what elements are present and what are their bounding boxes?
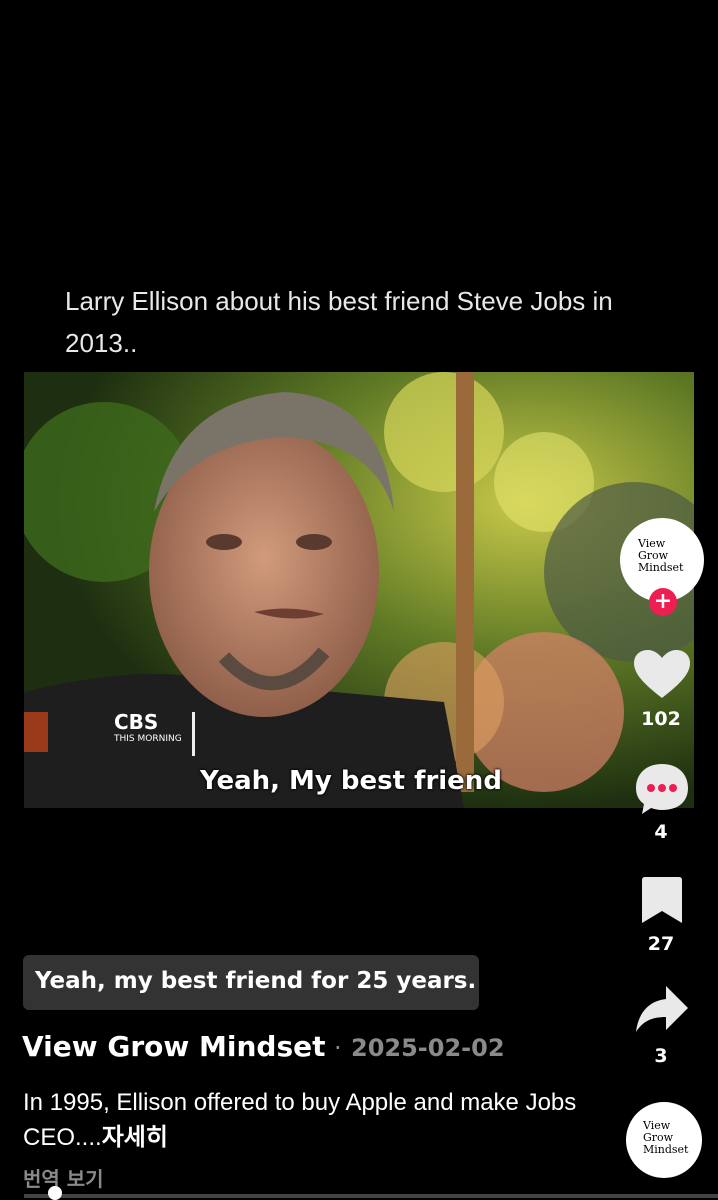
translate-link[interactable]: 번역 보기 (23, 1163, 104, 1192)
avatar-logo-text: View Grow Mindset (638, 537, 684, 574)
caption-sticker-text: Yeah, my best friend for 25 years. (35, 968, 477, 994)
heart-icon (634, 650, 690, 698)
progress-scrubber[interactable] (47, 1186, 62, 1200)
video-player[interactable]: CBS THIS MORNING Yeah, My best friend (24, 372, 694, 808)
like-count: 102 (641, 708, 681, 730)
share-count: 3 (654, 1045, 668, 1067)
video-subtitle: Yeah, My best friend (200, 766, 502, 796)
post-date: 2025-02-02 (351, 1034, 505, 1062)
bookmark-button[interactable] (642, 877, 682, 927)
more-link[interactable]: 자세히 (102, 1124, 168, 1151)
sound-logo-text: View Grow Mindset (643, 1119, 689, 1156)
follow-button[interactable]: + (649, 588, 677, 616)
comment-count: 4 (654, 821, 668, 843)
bookmark-count: 27 (647, 933, 675, 955)
comment-button[interactable] (634, 762, 690, 820)
overlay-title: Larry Ellison about his best friend Stev… (65, 286, 613, 358)
meta-separator: · (334, 1034, 342, 1062)
share-button[interactable] (636, 986, 688, 1038)
progress-track[interactable] (24, 1194, 718, 1198)
creator-avatar[interactable]: View Grow Mindset + (620, 518, 704, 616)
logo-divider (192, 712, 195, 756)
author-name[interactable]: View Grow Mindset (22, 1030, 326, 1063)
comment-icon (636, 764, 688, 814)
caption-sticker: Yeah, my best friend for 25 years. (23, 955, 479, 1010)
sound-disc[interactable]: View Grow Mindset (626, 1102, 702, 1178)
share-arrow-icon (636, 986, 688, 1032)
like-button[interactable] (634, 650, 690, 704)
network-logo: CBS THIS MORNING (114, 710, 182, 744)
post-description: In 1995, Ellison offered to buy Apple an… (23, 1085, 583, 1155)
bookmark-icon (642, 877, 682, 923)
